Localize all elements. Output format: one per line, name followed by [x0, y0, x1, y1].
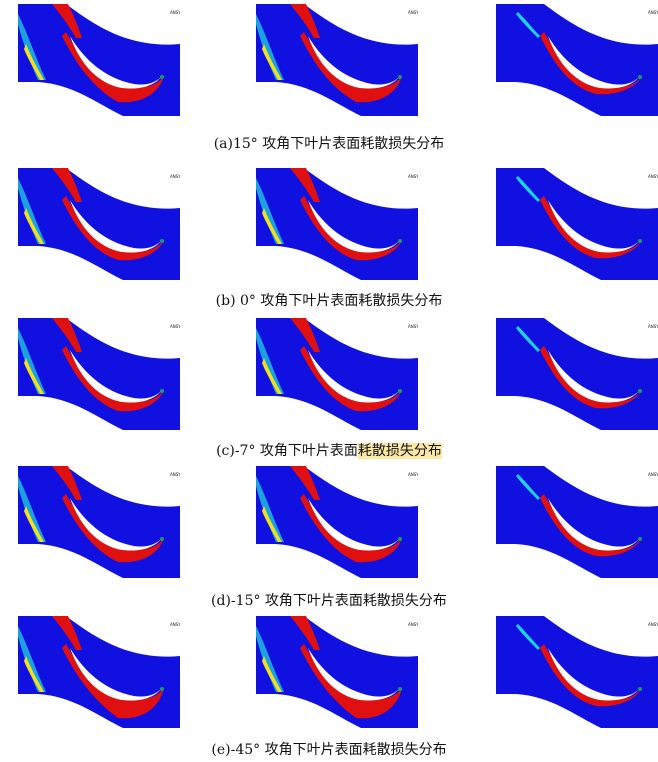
contour-panel: ANSYS [496, 4, 658, 116]
ansys-logo: ANSYS [408, 622, 418, 627]
trailing-edge [638, 687, 642, 691]
flow-domain [496, 168, 658, 280]
trailing-edge [160, 687, 164, 691]
ansys-logo: ANSYS [408, 324, 418, 329]
ansys-logo: ANSYS [648, 622, 658, 627]
flow-domain [18, 168, 180, 280]
ansys-logo: ANSYS [170, 472, 180, 477]
contour-panel: ANSYS [256, 318, 418, 430]
figure-caption: (a)15° 攻角下叶片表面耗散损失分布 [0, 133, 658, 153]
ansys-logo: ANSYS [408, 174, 418, 179]
ansys-logo: ANSYS [170, 10, 180, 15]
flow-domain [256, 318, 418, 430]
flow-domain [496, 616, 658, 728]
trailing-edge [638, 537, 642, 541]
trailing-edge [638, 75, 642, 79]
caption-text: (c)-7° 攻角下叶片表面 [216, 443, 358, 459]
caption-text: (d)-15° 攻角下叶片表面耗散损失分布 [211, 593, 447, 609]
figure-caption: (d)-15° 攻角下叶片表面耗散损失分布 [0, 590, 658, 610]
contour-panel: ANSYS [496, 318, 658, 430]
figure-caption: (b) 0° 攻角下叶片表面耗散损失分布 [0, 290, 658, 310]
ansys-logo: ANSYS [648, 324, 658, 329]
trailing-edge [160, 389, 164, 393]
trailing-edge [638, 239, 642, 243]
figure-caption: (e)-45° 攻角下叶片表面耗散损失分布 [0, 739, 658, 759]
flow-domain [256, 466, 418, 578]
ansys-logo: ANSYS [408, 472, 418, 477]
flow-domain [496, 4, 658, 116]
contour-panel: ANSYS [496, 616, 658, 728]
ansys-logo: ANSYS [170, 174, 180, 179]
trailing-edge [398, 389, 402, 393]
trailing-edge [398, 75, 402, 79]
trailing-edge [398, 687, 402, 691]
trailing-edge [160, 537, 164, 541]
caption-highlight: 耗散损失分布 [357, 443, 442, 459]
trailing-edge [160, 239, 164, 243]
contour-panel: ANSYS [18, 616, 180, 728]
contour-panel: ANSYS [256, 4, 418, 116]
trailing-edge [398, 537, 402, 541]
contour-panel: ANSYS [18, 4, 180, 116]
caption-text: (e)-45° 攻角下叶片表面耗散损失分布 [211, 742, 447, 758]
contour-panel: ANSYS [496, 466, 658, 578]
flow-domain [496, 318, 658, 430]
caption-text: (a)15° 攻角下叶片表面耗散损失分布 [213, 136, 445, 152]
flow-domain [18, 318, 180, 430]
ansys-logo: ANSYS [648, 472, 658, 477]
contour-panel: ANSYS [18, 168, 180, 280]
contour-panel: ANSYS [256, 168, 418, 280]
ansys-logo: ANSYS [408, 10, 418, 15]
flow-domain [256, 168, 418, 280]
trailing-edge [160, 75, 164, 79]
figure-caption: (c)-7° 攻角下叶片表面耗散损失分布 [0, 440, 658, 460]
caption-text: (b) 0° 攻角下叶片表面耗散损失分布 [215, 293, 443, 309]
flow-domain [18, 616, 180, 728]
flow-domain [256, 4, 418, 116]
ansys-logo: ANSYS [170, 324, 180, 329]
trailing-edge [638, 389, 642, 393]
contour-panel: ANSYS [18, 466, 180, 578]
ansys-logo: ANSYS [648, 174, 658, 179]
flow-domain [18, 4, 180, 116]
contour-panel: ANSYS [256, 466, 418, 578]
contour-panel: ANSYS [18, 318, 180, 430]
contour-panel: ANSYS [256, 616, 418, 728]
contour-panel: ANSYS [496, 168, 658, 280]
flow-domain [256, 616, 418, 728]
trailing-edge [398, 239, 402, 243]
ansys-logo: ANSYS [648, 10, 658, 15]
ansys-logo: ANSYS [170, 622, 180, 627]
flow-domain [496, 466, 658, 578]
flow-domain [18, 466, 180, 578]
